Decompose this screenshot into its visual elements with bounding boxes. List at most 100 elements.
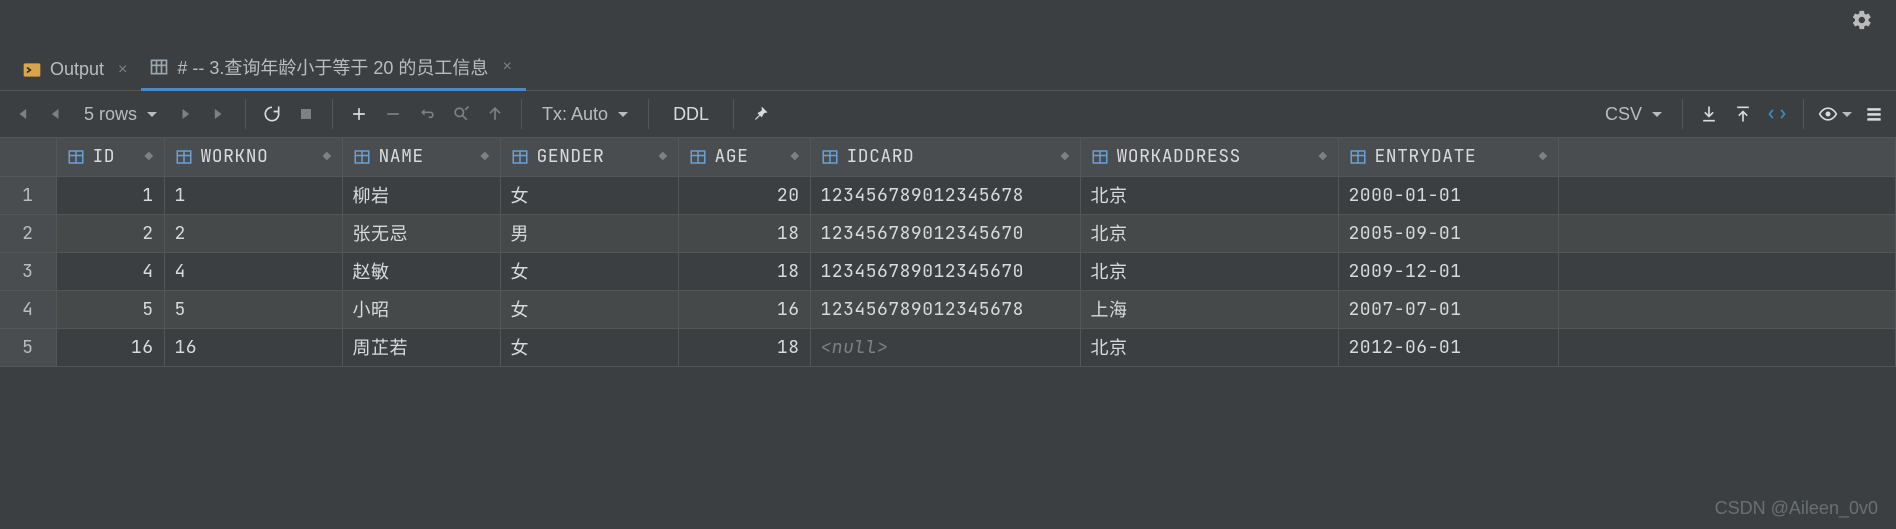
cell-workaddress[interactable]: 北京 — [1080, 176, 1338, 214]
sort-icon[interactable]: ◆ — [1061, 148, 1070, 166]
remove-row-icon[interactable] — [377, 98, 409, 130]
close-icon[interactable]: × — [118, 61, 127, 79]
cell-entrydate[interactable]: 2012-06-01 — [1338, 328, 1558, 366]
cell-workaddress[interactable]: 北京 — [1080, 328, 1338, 366]
cell-idcard[interactable]: 123456789012345678 — [810, 176, 1080, 214]
cell-gender[interactable]: 女 — [500, 290, 678, 328]
table-row[interactable]: 111柳岩女20123456789012345678北京2000-01-01 — [0, 176, 1896, 214]
reload-icon[interactable] — [256, 98, 288, 130]
sort-icon[interactable]: ◆ — [659, 148, 668, 166]
table-row[interactable]: 51616周芷若女18<null>北京2012-06-01 — [0, 328, 1896, 366]
last-page-icon[interactable] — [203, 98, 235, 130]
cell-name[interactable]: 张无忌 — [342, 214, 500, 252]
compare-icon[interactable] — [1761, 98, 1793, 130]
sort-icon[interactable]: ◆ — [1319, 148, 1328, 166]
column-label: NAME — [379, 145, 424, 168]
column-header-id[interactable]: ID◆ — [56, 138, 164, 176]
cell-workaddress[interactable]: 上海 — [1080, 290, 1338, 328]
revert-icon[interactable] — [411, 98, 443, 130]
cell-idcard[interactable]: 123456789012345678 — [810, 290, 1080, 328]
column-icon — [511, 148, 529, 166]
cell-gender[interactable]: 女 — [500, 176, 678, 214]
cell-entrydate[interactable]: 2007-07-01 — [1338, 290, 1558, 328]
column-header-idcard[interactable]: IDCARD◆ — [810, 138, 1080, 176]
cell-age[interactable]: 18 — [678, 214, 810, 252]
cell-workno[interactable]: 5 — [164, 290, 342, 328]
sort-icon[interactable]: ◆ — [145, 148, 154, 166]
cell-workaddress[interactable]: 北京 — [1080, 214, 1338, 252]
cell-workno[interactable]: 4 — [164, 252, 342, 290]
sort-icon[interactable]: ◆ — [481, 148, 490, 166]
column-header-workaddress[interactable]: WORKADDRESS◆ — [1080, 138, 1338, 176]
cell-gender[interactable]: 男 — [500, 214, 678, 252]
cell-idcard[interactable]: <null> — [810, 328, 1080, 366]
cell-idcard[interactable]: 123456789012345670 — [810, 252, 1080, 290]
close-icon[interactable]: × — [502, 58, 511, 76]
column-icon — [175, 148, 193, 166]
cell-entrydate[interactable]: 2009-12-01 — [1338, 252, 1558, 290]
cell-workno[interactable]: 2 — [164, 214, 342, 252]
cell-id[interactable]: 16 — [56, 328, 164, 366]
table-row[interactable]: 222张无忌男18123456789012345670北京2005-09-01 — [0, 214, 1896, 252]
cell-id[interactable]: 4 — [56, 252, 164, 290]
cell-workaddress[interactable]: 北京 — [1080, 252, 1338, 290]
upload-icon[interactable] — [1727, 98, 1759, 130]
cell-workno[interactable]: 16 — [164, 328, 342, 366]
cell-id[interactable]: 2 — [56, 214, 164, 252]
separator — [733, 99, 734, 129]
tab-output[interactable]: Output × — [14, 49, 141, 90]
next-page-icon[interactable] — [169, 98, 201, 130]
cell-entrydate[interactable]: 2000-01-01 — [1338, 176, 1558, 214]
cell-age[interactable]: 18 — [678, 328, 810, 366]
download-icon[interactable] — [1693, 98, 1725, 130]
column-header-age[interactable]: AGE◆ — [678, 138, 810, 176]
export-format-dropdown[interactable]: CSV — [1595, 104, 1672, 125]
cell-gender[interactable]: 女 — [500, 252, 678, 290]
row-number: 1 — [0, 176, 56, 214]
separator — [245, 99, 246, 129]
column-header-entrydate[interactable]: ENTRYDATE ◆ — [1338, 138, 1558, 176]
tab-query-result[interactable]: # -- 3.查询年龄小于等于 20 的员工信息 × — [141, 44, 525, 90]
cell-id[interactable]: 1 — [56, 176, 164, 214]
preview-changes-icon[interactable] — [445, 98, 477, 130]
add-row-icon[interactable] — [343, 98, 375, 130]
cell-name[interactable]: 小昭 — [342, 290, 500, 328]
gear-icon[interactable] — [1848, 6, 1876, 34]
cell-name[interactable]: 柳岩 — [342, 176, 500, 214]
first-page-icon[interactable] — [6, 98, 38, 130]
cell-gender[interactable]: 女 — [500, 328, 678, 366]
settings-icon[interactable] — [1858, 98, 1890, 130]
column-icon — [1091, 148, 1109, 166]
cell-workno[interactable]: 1 — [164, 176, 342, 214]
cell-age[interactable]: 16 — [678, 290, 810, 328]
sort-icon[interactable]: ◆ — [791, 148, 800, 166]
column-label: ENTRYDATE — [1375, 145, 1477, 168]
ddl-button[interactable]: DDL — [659, 99, 723, 129]
column-header-name[interactable]: NAME ◆ — [342, 138, 500, 176]
table-row[interactable]: 344赵敏女18123456789012345670北京2009-12-01 — [0, 252, 1896, 290]
cell-idcard[interactable]: 123456789012345670 — [810, 214, 1080, 252]
row-number: 4 — [0, 290, 56, 328]
cell-entrydate[interactable]: 2005-09-01 — [1338, 214, 1558, 252]
watermark: CSDN @Aileen_0v0 — [1715, 498, 1878, 519]
sort-icon[interactable]: ◆ — [1539, 148, 1548, 166]
table-row[interactable]: 455小昭女16123456789012345678上海2007-07-01 — [0, 290, 1896, 328]
submit-icon[interactable] — [479, 98, 511, 130]
sort-icon[interactable]: ◆ — [323, 148, 332, 166]
row-number: 5 — [0, 328, 56, 366]
stop-icon[interactable] — [290, 98, 322, 130]
view-mode-icon[interactable] — [1814, 98, 1856, 130]
result-toolbar: 5 rows Tx: Auto DDL CSV — [0, 90, 1896, 138]
cell-age[interactable]: 18 — [678, 252, 810, 290]
row-count-dropdown[interactable]: 5 rows — [74, 104, 167, 125]
tx-mode-dropdown[interactable]: Tx: Auto — [532, 104, 638, 125]
pin-icon[interactable] — [744, 98, 776, 130]
column-header-workno[interactable]: WORKNO◆ — [164, 138, 342, 176]
cell-name[interactable]: 赵敏 — [342, 252, 500, 290]
column-header-gender[interactable]: GENDER◆ — [500, 138, 678, 176]
prev-page-icon[interactable] — [40, 98, 72, 130]
cell-age[interactable]: 20 — [678, 176, 810, 214]
row-number: 2 — [0, 214, 56, 252]
cell-name[interactable]: 周芷若 — [342, 328, 500, 366]
cell-id[interactable]: 5 — [56, 290, 164, 328]
